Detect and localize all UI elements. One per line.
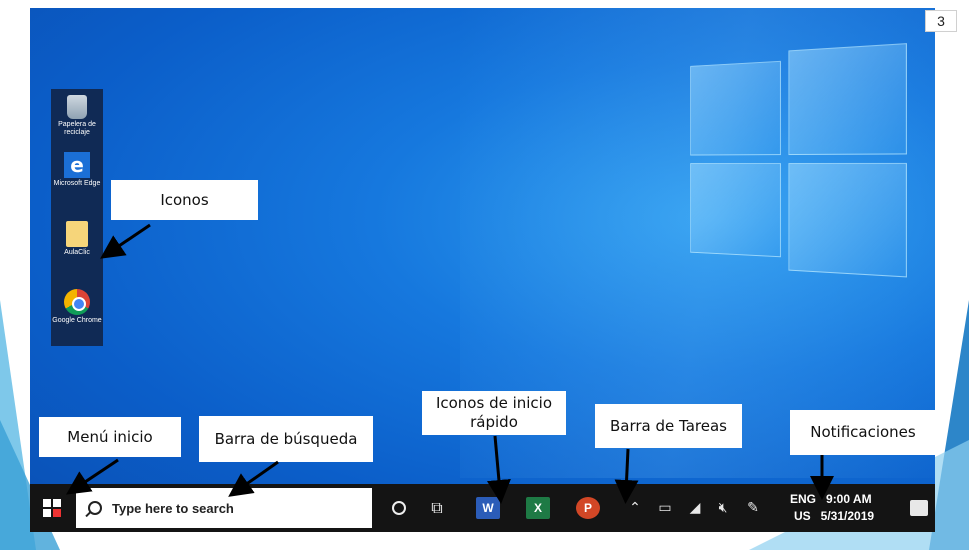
volume-muted-icon: 🔇︎ (718, 500, 728, 516)
callout-barra-tareas: Barra de Tareas (595, 404, 742, 448)
desktop-icon-label: Papelera de reciclaje (58, 121, 96, 136)
battery-icon: ▭ (658, 500, 672, 516)
notification-icon (909, 500, 928, 516)
desktop-icon-edge[interactable]: e Microsoft Edge (51, 152, 103, 188)
tray-pen[interactable]: ✎ (740, 484, 766, 532)
callout-menu-inicio: Menú inicio (39, 417, 181, 457)
page-number: 3 (925, 10, 957, 32)
search-box[interactable]: Type here to search (76, 488, 372, 528)
tray-volume[interactable]: 🔇︎ (710, 484, 736, 532)
desktop-icon-aulaclic[interactable]: AulaClic (51, 221, 103, 257)
search-icon (88, 501, 102, 515)
show-hidden-icons-button[interactable]: ⌃ (622, 484, 648, 532)
windows-logo-wallpaper (690, 43, 914, 286)
powerpoint-icon: P (576, 497, 600, 519)
windows-start-icon (43, 499, 61, 517)
wifi-icon: ◢ (689, 500, 701, 516)
language-code: ENG (790, 492, 817, 506)
desktop-icon-label: AulaClic (64, 249, 90, 256)
taskbar: Type here to search ⧉ W X P ⌃ ▭ ◢ 🔇︎ ✎ E… (30, 484, 935, 532)
edge-icon: e (64, 152, 90, 178)
tray-network[interactable]: ◢ (682, 484, 708, 532)
taskbar-app-powerpoint[interactable]: P (570, 484, 606, 532)
tray-battery[interactable]: ▭ (652, 484, 678, 532)
taskbar-app-excel[interactable]: X (520, 484, 556, 532)
callout-barra-busqueda: Barra de búsqueda (199, 416, 373, 462)
desktop-icon-chrome[interactable]: Google Chrome (51, 289, 103, 325)
action-center-button[interactable] (902, 484, 935, 532)
start-button[interactable] (30, 484, 74, 532)
cortana-icon (392, 501, 406, 515)
taskbar-app-word[interactable]: W (470, 484, 506, 532)
folder-icon (66, 221, 88, 247)
clock-date: 5/31/2019 (820, 509, 875, 523)
excel-icon: X (526, 497, 550, 519)
recycle-bin-icon (67, 95, 87, 119)
cortana-button[interactable] (382, 484, 416, 532)
task-view-icon: ⧉ (431, 498, 443, 517)
callout-notificaciones: Notificaciones (790, 410, 936, 455)
callout-inicio-rapido: Iconos de inicio rápido (422, 391, 566, 435)
desktop-icon-column: Papelera de reciclaje e Microsoft Edge A… (51, 89, 103, 346)
callout-iconos: Iconos (111, 180, 258, 220)
chrome-icon (64, 289, 90, 315)
clock-area[interactable]: ENG 9:00 AM US 5/31/2019 (790, 484, 900, 532)
language-region: US (794, 509, 811, 523)
desktop-icon-label: Google Chrome (52, 317, 102, 324)
word-icon: W (476, 497, 500, 519)
task-view-button[interactable]: ⧉ (420, 484, 454, 532)
slide: Papelera de reciclaje e Microsoft Edge A… (0, 0, 969, 550)
desktop-icon-recycle-bin[interactable]: Papelera de reciclaje (51, 95, 103, 137)
desktop-icon-label: Microsoft Edge (53, 180, 101, 187)
clock-time: 9:00 AM (826, 492, 872, 506)
pen-icon: ✎ (747, 500, 759, 516)
search-placeholder: Type here to search (112, 500, 234, 516)
chevron-up-icon: ⌃ (629, 500, 641, 516)
